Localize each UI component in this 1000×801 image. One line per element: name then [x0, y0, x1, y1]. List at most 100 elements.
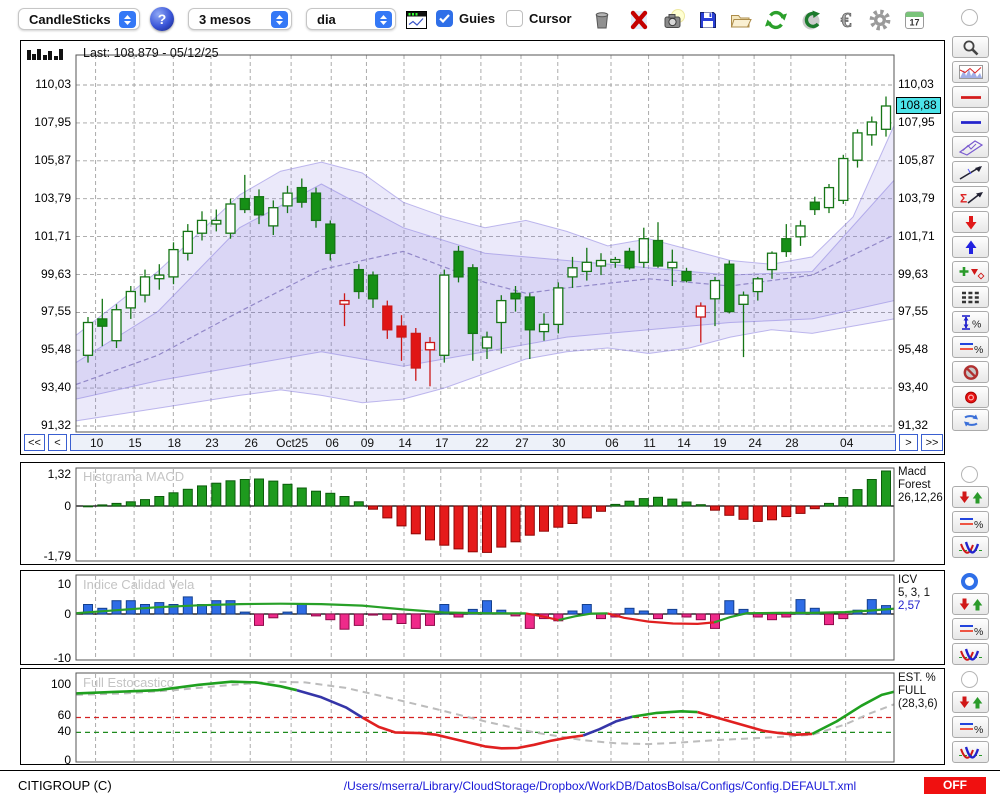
blue-line-button[interactable]: [952, 111, 989, 133]
est-radio[interactable]: [961, 671, 978, 688]
price-tick: 95,48: [40, 342, 71, 357]
toolbar-radio[interactable]: [961, 9, 978, 26]
stoch-y60: 60: [57, 708, 71, 722]
help-button[interactable]: ?: [150, 7, 174, 31]
zoom-button[interactable]: [952, 36, 989, 58]
macd-caption: Macd Forest 26,12,26: [898, 466, 943, 504]
currency-button[interactable]: €: [832, 6, 859, 33]
calendar-button[interactable]: 17: [901, 6, 928, 33]
macd-curve-button[interactable]: [952, 536, 989, 558]
down-up-arrows-icon: [959, 491, 982, 503]
toolbar: CandleSticks ? 3 mesos dia Guies Cursor …: [0, 0, 1000, 38]
arrow-down-button[interactable]: [952, 211, 989, 233]
floppy-disk-icon: [699, 11, 716, 28]
icv-radio[interactable]: [961, 573, 978, 590]
config-path: /Users/mserra/Library/CloudStorage/Dropb…: [343, 779, 857, 793]
save-button[interactable]: [694, 6, 721, 33]
icv-curve-button[interactable]: [952, 643, 989, 665]
price-tick: 95,48: [898, 342, 929, 357]
date-tick: 30: [552, 436, 566, 450]
snapshot-button[interactable]: [660, 6, 687, 33]
cursor-label: Cursor: [529, 11, 572, 26]
forbid-button[interactable]: [952, 361, 989, 383]
date-tick: 14: [677, 436, 691, 450]
trendline-button[interactable]: [952, 161, 989, 183]
macd-percent-button[interactable]: %: [952, 511, 989, 533]
price-tick: 110,03: [898, 77, 934, 91]
lines-percent-icon: %: [959, 722, 983, 736]
guies-checkbox[interactable]: [436, 10, 453, 27]
stoch-watermark: Full Estocastico: [83, 675, 175, 690]
chart-type-select[interactable]: CandleSticks: [18, 8, 140, 30]
period-select[interactable]: 3 mesos: [188, 8, 292, 30]
stochastic-panel: Full Estocastico 100 60 40 0 EST. % FULL(…: [20, 668, 945, 767]
dashed-lines-icon: [961, 291, 980, 303]
price-tick: 97,55: [898, 304, 929, 319]
indicator-chart-icon: [958, 64, 983, 79]
chevron-updown-icon[interactable]: [375, 11, 392, 28]
record-button[interactable]: [952, 386, 989, 408]
sigma-trendline-button[interactable]: Σ: [952, 186, 989, 208]
lines-percent-icon: %: [959, 517, 983, 531]
price-tick: 103,79: [898, 190, 935, 205]
mini-bars-icon: [27, 49, 63, 60]
date-strip[interactable]: 10 15 18 23 26 Oct25 06 09 14 17 22 27 30 06 11 14 19 24 2…: [70, 434, 896, 451]
icv-arrows-button[interactable]: [952, 593, 989, 615]
date-tick: 26: [244, 436, 258, 450]
chevron-updown-icon[interactable]: [119, 11, 136, 28]
scroll-left-button[interactable]: <: [48, 434, 67, 451]
indicator-chart-button[interactable]: [952, 61, 989, 83]
icv-panel: Indice Calidad Vela 10 0 -10 ICV 5, 3, 1 …: [20, 570, 945, 665]
cursor-checkbox[interactable]: [506, 10, 523, 27]
arrow-up-button[interactable]: [952, 236, 989, 258]
lines-percent-button[interactable]: %: [952, 336, 989, 358]
date-tick: 18: [167, 436, 182, 450]
curve-icon: [958, 746, 983, 759]
price-tick: 91,32: [40, 418, 71, 433]
dashed-lines-button[interactable]: [952, 286, 989, 308]
candlestick-chart[interactable]: [21, 41, 943, 453]
settings-button[interactable]: [866, 6, 893, 33]
vertical-percent-button[interactable]: %: [952, 311, 989, 333]
icv-ymax: 10: [57, 577, 71, 591]
chevron-updown-icon[interactable]: [271, 11, 288, 28]
stoch-y40: 40: [57, 724, 71, 738]
scroll-far-left-button[interactable]: <<: [24, 434, 45, 451]
scroll-far-right-button[interactable]: >>: [921, 434, 943, 451]
icv-percent-button[interactable]: %: [952, 618, 989, 640]
refresh-button[interactable]: [762, 6, 789, 33]
off-button[interactable]: OFF: [924, 777, 986, 794]
revert-button[interactable]: [797, 6, 824, 33]
sync-button[interactable]: [952, 409, 989, 431]
date-tick: Oct25: [276, 436, 309, 450]
sync-arrows-icon: [963, 414, 978, 426]
chart-window-button[interactable]: [403, 6, 430, 33]
est-arrows-button[interactable]: [952, 691, 989, 713]
price-tick: 105,87: [34, 152, 71, 167]
macd-arrows-button[interactable]: [952, 486, 989, 508]
est-curve-button[interactable]: [952, 741, 989, 763]
open-button[interactable]: [727, 6, 754, 33]
scroll-right-button[interactable]: >: [899, 434, 918, 451]
chart-window-icon: [406, 10, 427, 29]
guies-label: Guies: [459, 11, 496, 26]
stoch-caption: EST. % FULL (28,3,6): [898, 672, 938, 710]
date-tick: 11: [643, 436, 656, 450]
date-tick: 23: [205, 436, 219, 450]
macd-radio[interactable]: [961, 466, 978, 483]
trash-button[interactable]: [588, 6, 615, 33]
blue-up-arrow-icon: [965, 240, 976, 254]
icv-watermark: Indice Calidad Vela: [83, 577, 195, 592]
date-tick: 19: [713, 436, 727, 450]
chart-type-value: CandleSticks: [29, 11, 111, 27]
est-percent-button[interactable]: %: [952, 716, 989, 738]
price-tick: 103,79: [34, 190, 71, 205]
plus-arrow-markers-icon: [959, 266, 984, 279]
delete-button[interactable]: [625, 6, 652, 33]
red-line-button[interactable]: [952, 86, 989, 108]
markers-button[interactable]: [952, 261, 989, 283]
status-bar: CITIGROUP (C) /Users/mserra/Library/Clou…: [0, 770, 1000, 801]
svg-text:17: 17: [909, 17, 919, 27]
channel-button[interactable]: [952, 136, 989, 158]
interval-select[interactable]: dia: [306, 8, 396, 30]
